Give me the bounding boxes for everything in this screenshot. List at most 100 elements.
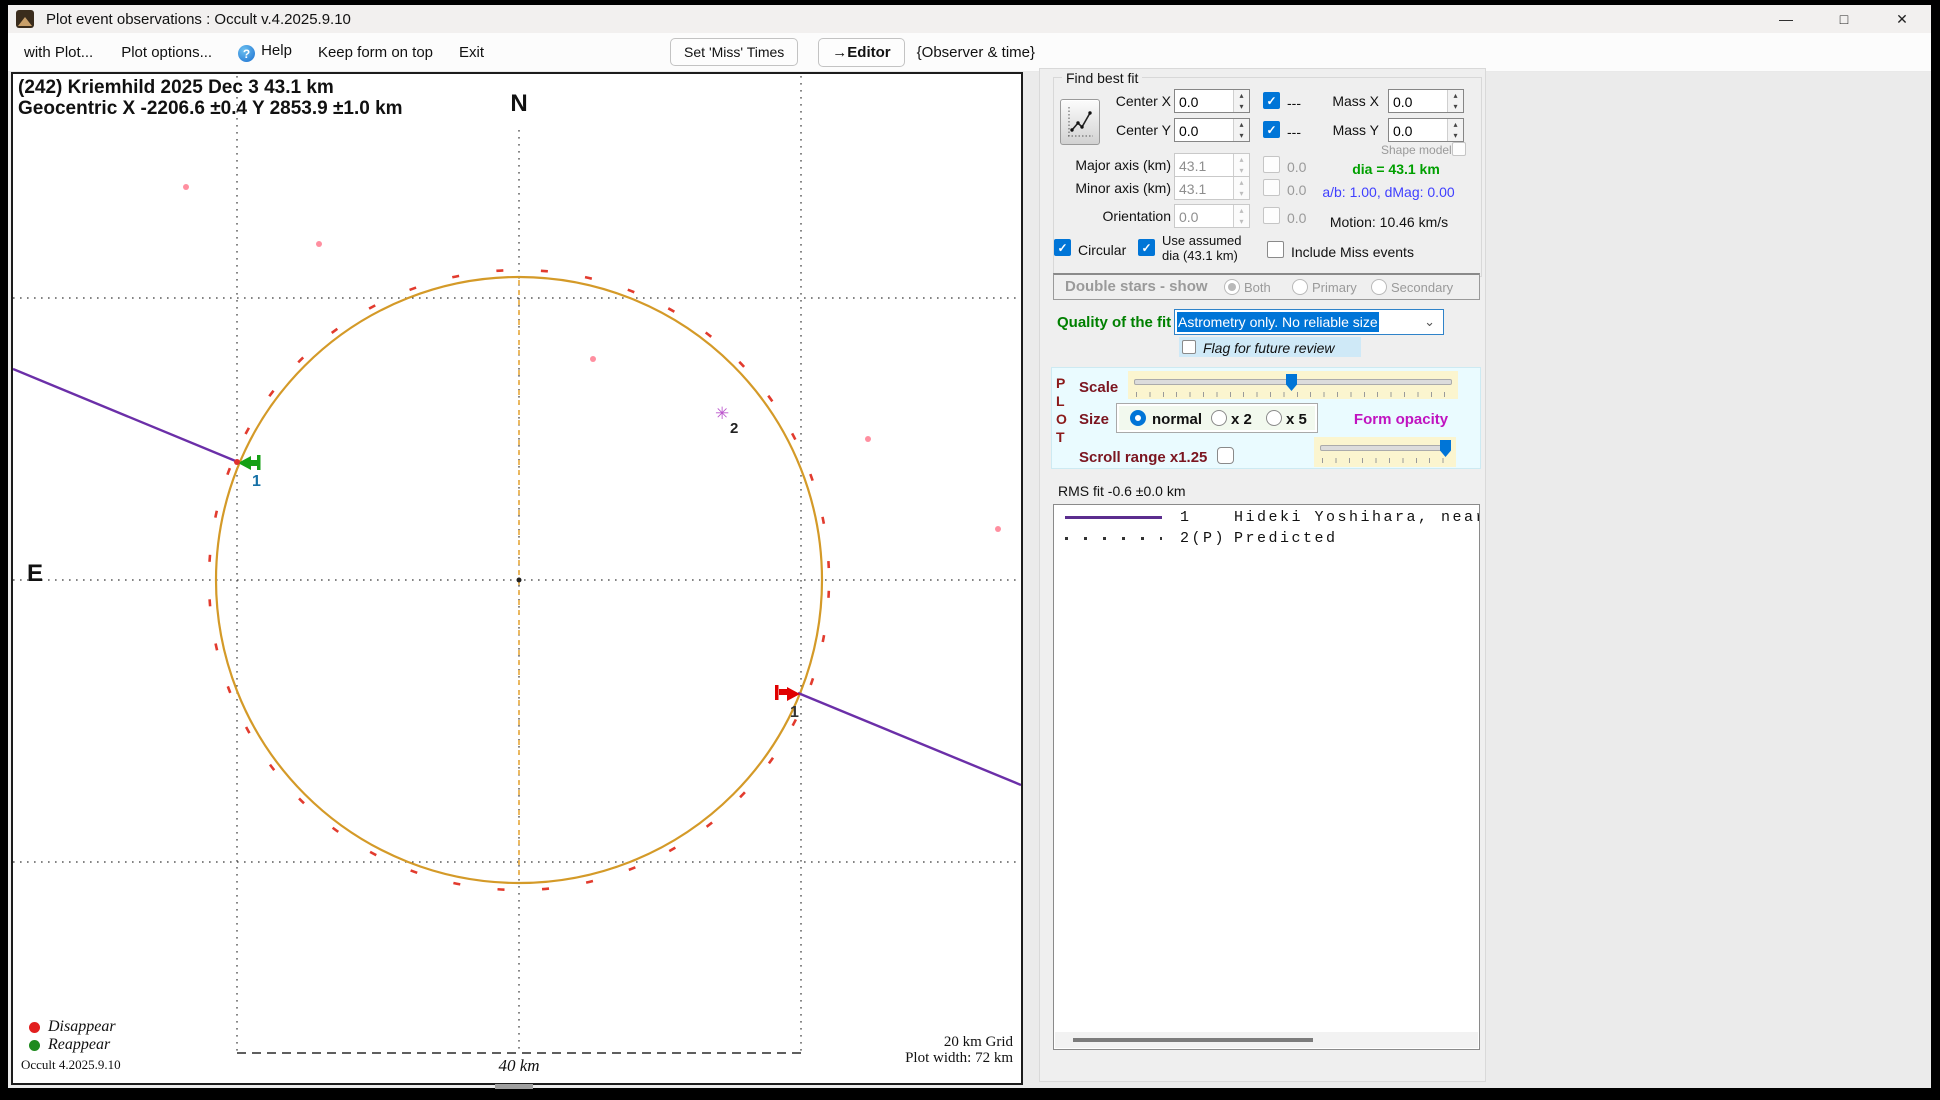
close-button[interactable]: ✕ bbox=[1873, 5, 1931, 33]
center-x-spin-buttons[interactable]: ▴ ▾ bbox=[1233, 90, 1249, 112]
spin-down-icon[interactable]: ▾ bbox=[1448, 130, 1463, 141]
size-normal-radio[interactable] bbox=[1130, 410, 1146, 426]
menu-item-plot-options[interactable]: Plot options... bbox=[121, 44, 212, 61]
orientation-spin-buttons: ▴ ▾ bbox=[1233, 205, 1249, 227]
east-label: E bbox=[27, 560, 44, 587]
form-opacity-track[interactable] bbox=[1320, 445, 1450, 451]
mass-y-spin-buttons[interactable]: ▴ ▾ bbox=[1447, 119, 1463, 141]
predicted-star-icon: ✳ bbox=[715, 404, 729, 423]
observation-row[interactable]: 2(P) Predicted bbox=[1065, 530, 1471, 547]
menu-item-keep-on-top[interactable]: Keep form on top bbox=[318, 44, 433, 61]
flag-review-checkbox[interactable] bbox=[1182, 340, 1196, 354]
menu-item-help[interactable]: ? Help bbox=[238, 42, 292, 63]
dropdown-chevron-icon[interactable]: ⌄ bbox=[1424, 314, 1435, 330]
observer-time-label: {Observer & time} bbox=[916, 43, 1036, 61]
radio-dot-icon bbox=[1228, 283, 1236, 291]
major-axis-checkbox bbox=[1263, 156, 1280, 173]
plot-h-scrollbar[interactable] bbox=[495, 1084, 533, 1089]
set-miss-times-button[interactable]: Set 'Miss' Times bbox=[670, 38, 799, 66]
double-stars-secondary-label: Secondary bbox=[1391, 280, 1454, 295]
center-x-label: Center X bbox=[1115, 93, 1171, 109]
spin-up-icon[interactable]: ▴ bbox=[1448, 119, 1463, 130]
orientation-label: Orientation bbox=[1102, 208, 1171, 224]
app-window: Plot event observations : Occult v.4.202… bbox=[8, 5, 1931, 1089]
center-y-aux: --- bbox=[1287, 124, 1301, 140]
plot-header-line2: Geocentric X -2206.6 ±0.4 Y 2853.9 ±1.0 … bbox=[18, 98, 403, 119]
obs-line-swatch-dotted bbox=[1065, 537, 1162, 540]
double-stars-primary-radio bbox=[1292, 279, 1308, 295]
north-label: N bbox=[510, 90, 528, 117]
legend-reappear-label: Reappear bbox=[48, 1036, 111, 1053]
scale-slider[interactable] bbox=[1128, 371, 1458, 399]
observations-listbox[interactable]: 1 Hideki Yoshihara, near 2(P) Predicted bbox=[1053, 504, 1480, 1050]
major-axis-spinner: ▴ ▾ bbox=[1174, 153, 1250, 177]
title-bar: Plot event observations : Occult v.4.202… bbox=[8, 5, 1931, 33]
include-miss-checkbox[interactable] bbox=[1267, 241, 1284, 258]
size-x2-radio[interactable] bbox=[1211, 410, 1227, 426]
center-x-input[interactable] bbox=[1175, 90, 1233, 112]
editor-button[interactable]: →Editor bbox=[818, 37, 905, 67]
center-y-checkbox[interactable]: ✓ bbox=[1263, 121, 1280, 138]
spin-down-icon[interactable]: ▾ bbox=[1448, 101, 1463, 112]
mass-x-spinner[interactable]: ▴ ▾ bbox=[1388, 89, 1464, 113]
disappear-marker[interactable] bbox=[775, 685, 800, 701]
use-assumed-label: Use assumed dia (43.1 km) bbox=[1162, 233, 1241, 263]
spin-up-icon[interactable]: ▴ bbox=[1234, 119, 1249, 130]
window-title: Plot event observations : Occult v.4.202… bbox=[46, 10, 351, 28]
form-opacity-label: Form opacity bbox=[1353, 411, 1449, 428]
minor-axis-aux: 0.0 bbox=[1287, 182, 1307, 198]
plot-area[interactable]: 1 1 ✳ 2 (242) Kriemhild 2025 Dec 3 43.1 … bbox=[11, 72, 1023, 1085]
menu-item-with-plot[interactable]: with Plot... bbox=[24, 44, 93, 61]
use-assumed-line1: Use assumed bbox=[1162, 233, 1242, 248]
circular-checkbox[interactable]: ✓ bbox=[1054, 239, 1071, 256]
menu-item-exit[interactable]: Exit bbox=[459, 44, 484, 61]
spin-up-icon[interactable]: ▴ bbox=[1234, 90, 1249, 101]
help-icon: ? bbox=[238, 45, 256, 63]
observation-row[interactable]: 1 Hideki Yoshihara, near bbox=[1065, 509, 1479, 526]
observation-name: Predicted bbox=[1234, 530, 1338, 547]
observation-name: Hideki Yoshihara, near bbox=[1234, 509, 1480, 526]
size-x5-radio[interactable] bbox=[1266, 410, 1282, 426]
quality-selected-value: Astrometry only. No reliable size bbox=[1177, 312, 1379, 332]
center-x-spinner[interactable]: ▴ ▾ bbox=[1174, 89, 1250, 113]
quality-dropdown[interactable]: Astrometry only. No reliable size ⌄ bbox=[1174, 309, 1444, 335]
double-stars-primary-label: Primary bbox=[1312, 280, 1357, 295]
major-axis-spin-buttons: ▴ ▾ bbox=[1233, 154, 1249, 176]
minimize-button[interactable]: — bbox=[1757, 5, 1815, 33]
form-opacity-thumb[interactable] bbox=[1440, 440, 1451, 457]
form-opacity-slider[interactable] bbox=[1314, 437, 1456, 467]
use-assumed-checkbox[interactable]: ✓ bbox=[1138, 239, 1155, 256]
find-best-fit-title: Find best fit bbox=[1062, 70, 1143, 86]
window-controls: — □ ✕ bbox=[1757, 5, 1931, 33]
spin-down-icon[interactable]: ▾ bbox=[1234, 101, 1249, 112]
size-normal-label: normal bbox=[1152, 411, 1203, 428]
spin-down-icon[interactable]: ▾ bbox=[1234, 130, 1249, 141]
size-x2-label: x 2 bbox=[1231, 411, 1252, 428]
check-icon: ✓ bbox=[1057, 240, 1068, 255]
minor-axis-checkbox bbox=[1263, 179, 1280, 196]
double-stars-both-label: Both bbox=[1244, 280, 1271, 295]
form-opacity-ticks bbox=[1322, 458, 1452, 463]
mass-x-input[interactable] bbox=[1389, 90, 1447, 112]
spin-up-icon[interactable]: ▴ bbox=[1448, 90, 1463, 101]
app-icon bbox=[16, 10, 34, 28]
shape-model-checkbox[interactable] bbox=[1452, 142, 1466, 156]
diameter-text: dia = 43.1 km bbox=[1352, 161, 1440, 177]
mass-y-spinner[interactable]: ▴ ▾ bbox=[1388, 118, 1464, 142]
center-y-spinner[interactable]: ▴ ▾ bbox=[1174, 118, 1250, 142]
plot-canvas[interactable]: 1 1 ✳ 2 bbox=[13, 74, 1021, 1083]
mass-x-spin-buttons[interactable]: ▴ ▾ bbox=[1447, 90, 1463, 112]
scroll-range-checkbox[interactable] bbox=[1217, 447, 1234, 464]
center-y-input[interactable] bbox=[1175, 119, 1233, 141]
center-y-spin-buttons[interactable]: ▴ ▾ bbox=[1233, 119, 1249, 141]
double-stars-secondary-radio bbox=[1371, 279, 1387, 295]
spin-up-icon: ▴ bbox=[1234, 154, 1249, 165]
center-x-checkbox[interactable]: ✓ bbox=[1263, 92, 1280, 109]
listbox-h-scrollbar[interactable] bbox=[1055, 1032, 1478, 1048]
listbox-scrollbar-thumb[interactable] bbox=[1073, 1038, 1313, 1042]
plot-letter-o: O bbox=[1056, 411, 1067, 427]
scale-slider-thumb[interactable] bbox=[1286, 374, 1297, 391]
maximize-button[interactable]: □ bbox=[1815, 5, 1873, 33]
ab-dmag-text: a/b: 1.00, dMag: 0.00 bbox=[1322, 184, 1455, 200]
mass-y-input[interactable] bbox=[1389, 119, 1447, 141]
